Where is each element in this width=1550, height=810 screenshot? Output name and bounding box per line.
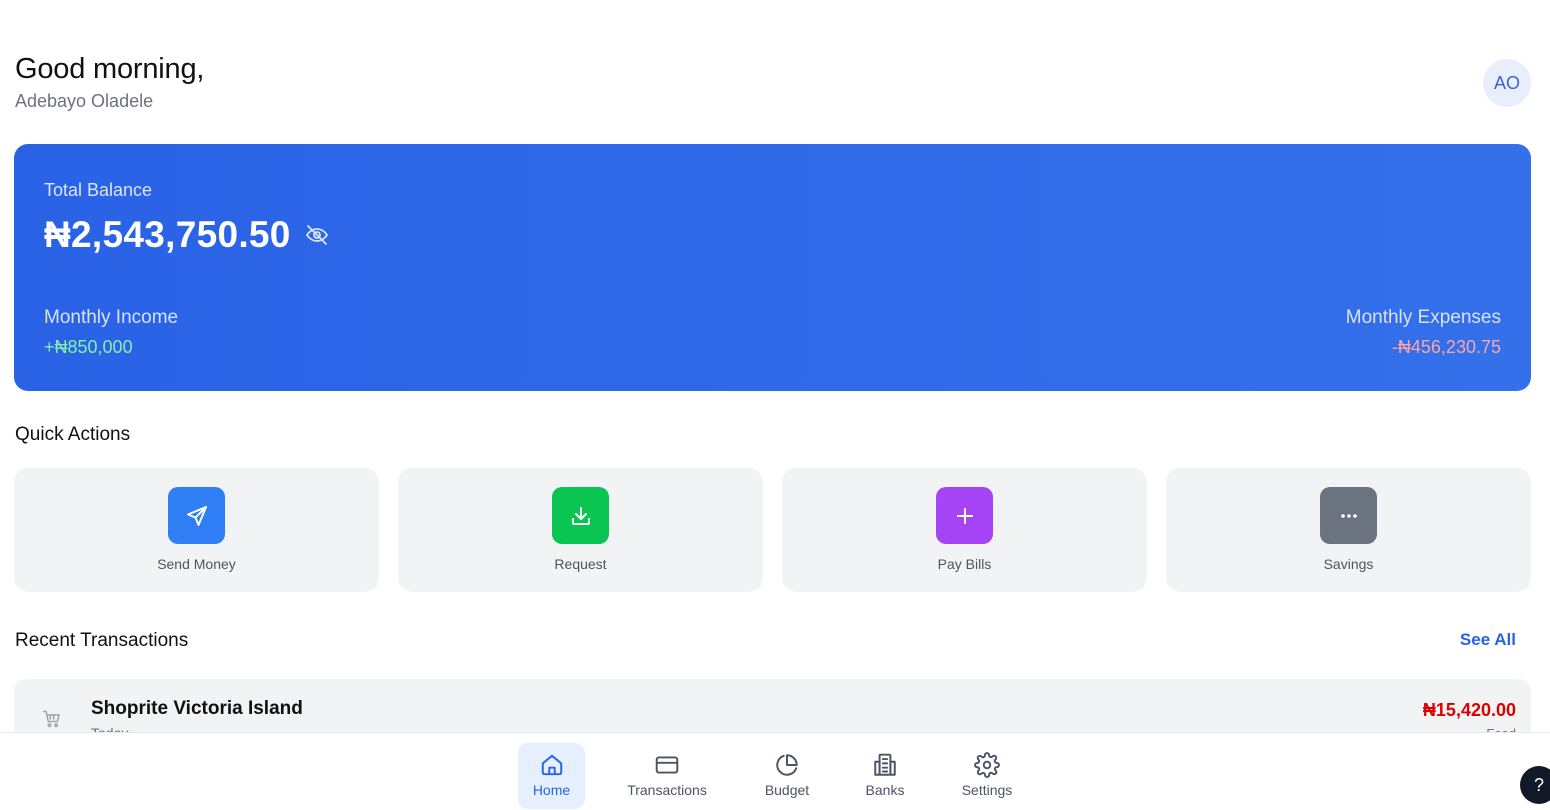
balance-card: Total Balance ₦2,543,750.50 Monthly Inco… (14, 144, 1531, 391)
pie-chart-icon (774, 752, 800, 778)
monthly-expenses-value: -₦456,230.75 (1391, 337, 1501, 357)
nav-item-home[interactable]: Home (518, 743, 585, 809)
monthly-income-label: Monthly Income (44, 307, 179, 328)
nav-item-budget[interactable]: Budget (756, 743, 818, 809)
monthly-expenses: Monthly Expenses -₦456,230.75 (1346, 307, 1501, 358)
nav-item-settings[interactable]: Settings (954, 743, 1020, 809)
total-balance-amount: ₦2,543,750.50 (44, 214, 291, 255)
quick-action-request[interactable]: Request (398, 468, 763, 592)
see-all-link[interactable]: See All (1460, 630, 1516, 650)
monthly-income-value: +₦850,000 (44, 337, 133, 357)
nav-label: Home (532, 782, 571, 798)
user-name: Adebayo Oladele (15, 91, 154, 111)
balance-amount-row: ₦2,543,750.50 (44, 214, 329, 256)
nav-item-banks[interactable]: Banks (856, 743, 914, 809)
quick-action-pay-bills[interactable]: Pay Bills (782, 468, 1147, 592)
greeting-title: Good morning, (15, 53, 205, 85)
download-icon (552, 487, 609, 544)
eye-off-icon[interactable] (305, 223, 329, 247)
quick-action-label: Request (554, 556, 607, 572)
nav-label: Banks (865, 782, 905, 798)
nav-label: Settings (961, 782, 1013, 798)
nav-item-transactions[interactable]: Transactions (622, 743, 712, 809)
quick-actions-title: Quick Actions (15, 424, 131, 445)
help-button[interactable]: ? (1520, 766, 1550, 804)
nav-label: Budget (764, 782, 810, 798)
plus-icon (936, 487, 993, 544)
bottom-nav: Home Transactions Budget Banks Settings (0, 732, 1550, 810)
greeting-block: Good morning, Adebayo Oladele (15, 52, 204, 112)
avatar[interactable]: AO (1483, 59, 1531, 107)
gear-icon (974, 752, 1000, 778)
recent-transactions-title: Recent Transactions (15, 630, 189, 651)
send-icon (168, 487, 225, 544)
nav-label: Transactions (627, 782, 707, 798)
total-balance-label: Total Balance (44, 180, 153, 200)
transaction-merchant: Shoprite Victoria Island (91, 698, 303, 719)
cart-icon (42, 709, 62, 729)
quick-action-label: Send Money (157, 556, 236, 572)
quick-action-label: Pay Bills (937, 556, 992, 572)
credit-card-icon (654, 752, 680, 778)
quick-action-savings[interactable]: Savings (1166, 468, 1531, 592)
quick-action-send-money[interactable]: Send Money (14, 468, 379, 592)
transaction-amount: ₦15,420.00 (1422, 700, 1516, 720)
home-icon (539, 752, 565, 778)
monthly-expenses-label: Monthly Expenses (1345, 307, 1501, 328)
quick-action-label: Savings (1323, 556, 1374, 572)
bank-icon (872, 752, 898, 778)
more-icon (1320, 487, 1377, 544)
monthly-income: Monthly Income +₦850,000 (44, 307, 178, 358)
